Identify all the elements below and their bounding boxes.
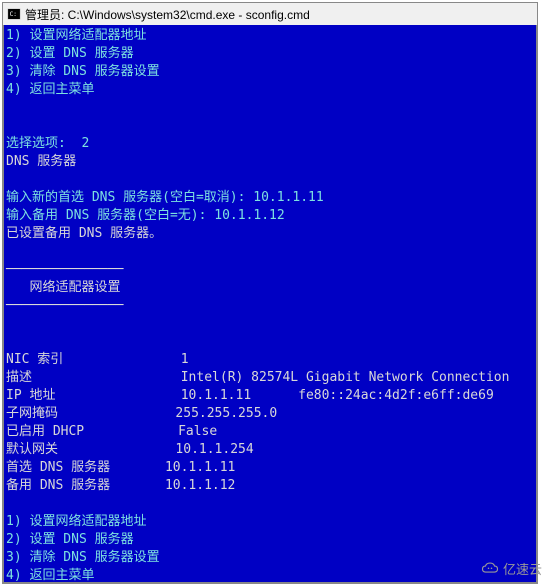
ip-row: IP 地址 10.1.1.11 fe80::24ac:4d2f:e6ff:de6… <box>6 388 494 403</box>
dns-server-label: DNS 服务器 <box>6 154 76 169</box>
backup-dns-prompt: 输入备用 DNS 服务器(空白=无): 10.1.1.12 <box>6 208 285 223</box>
backup-dns-row: 备用 DNS 服务器 10.1.1.12 <box>6 478 235 493</box>
menu-item: 3) 清除 DNS 服务器设置 <box>6 550 160 565</box>
pref-dns-row: 首选 DNS 服务器 10.1.1.11 <box>6 460 235 475</box>
menu-item: 3) 清除 DNS 服务器设置 <box>6 64 160 79</box>
cmd-window: C: 管理员: C:\Windows\system32\cmd.exe - sc… <box>2 2 538 584</box>
cloud-icon <box>481 560 499 578</box>
watermark: 亿速云 <box>481 559 542 578</box>
desc-row: 描述 Intel(R) 82574L Gigabit Network Conne… <box>6 370 509 385</box>
menu-item: 1) 设置网络适配器地址 <box>6 514 146 529</box>
gateway-row: 默认网关 10.1.1.254 <box>6 442 254 457</box>
dhcp-row: 已启用 DHCP False <box>6 424 217 439</box>
section-title: 网络适配器设置 <box>6 280 120 295</box>
primary-dns-prompt: 输入新的首选 DNS 服务器(空白=取消): 10.1.1.11 <box>6 190 324 205</box>
select-option-prompt: 选择选项: 2 <box>6 136 89 151</box>
mask-row: 子网掩码 255.255.255.0 <box>6 406 277 421</box>
divider-top: ─────────────── <box>6 262 123 277</box>
backup-dns-set: 已设置备用 DNS 服务器。 <box>6 226 162 241</box>
cmd-icon: C: <box>7 7 21 21</box>
nic-index-row: NIC 索引 1 <box>6 352 189 367</box>
divider-bottom: ─────────────── <box>6 298 123 313</box>
menu-item: 2) 设置 DNS 服务器 <box>6 46 134 61</box>
menu-item: 2) 设置 DNS 服务器 <box>6 532 134 547</box>
watermark-text: 亿速云 <box>503 559 542 578</box>
menu-item: 4) 返回主菜单 <box>6 82 94 97</box>
menu-item: 1) 设置网络适配器地址 <box>6 28 146 43</box>
console-output[interactable]: 1) 设置网络适配器地址 2) 设置 DNS 服务器 3) 清除 DNS 服务器… <box>3 25 537 583</box>
window-titlebar[interactable]: C: 管理员: C:\Windows\system32\cmd.exe - sc… <box>3 3 537 25</box>
svg-text:C:: C: <box>10 11 17 18</box>
menu-item: 4) 返回主菜单 <box>6 568 94 583</box>
window-title: 管理员: C:\Windows\system32\cmd.exe - sconf… <box>25 6 310 23</box>
